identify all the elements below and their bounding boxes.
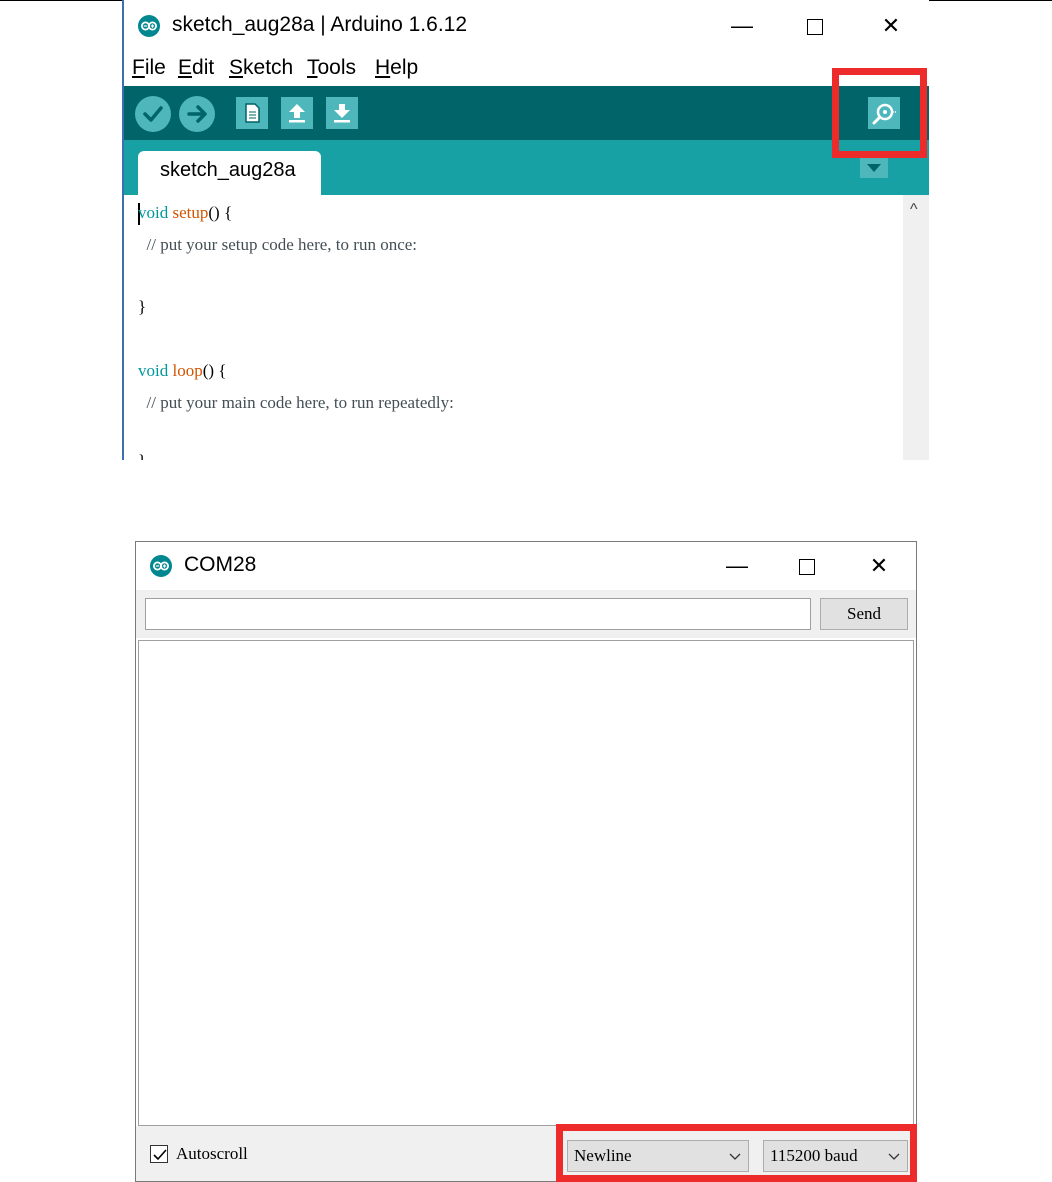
sketch-tab-bar: sketch_aug28a [124,140,929,195]
arduino-logo-icon [150,555,172,577]
maximize-icon [799,559,815,576]
serial-output-area[interactable] [138,640,914,1126]
menu-file-label: ile [144,56,166,79]
menu-file-mnemonic: F [132,56,145,79]
window-title: sketch_aug28a | Arduino 1.6.12 [172,13,468,36]
tab-sketch-label: sketch_aug28a [160,159,296,181]
code-function: loop [172,361,203,380]
minimize-button[interactable]: — [719,8,765,44]
autoscroll-label: Autoscroll [176,1144,248,1163]
menu-tools-mnemonic: T [307,56,318,79]
code-line: void setup() { [138,203,232,223]
ide-titlebar: sketch_aug28a | Arduino 1.6.12 — ✕ [124,0,929,52]
open-sketch-button[interactable] [281,97,313,129]
code-line: } [138,297,147,316]
new-sketch-button[interactable] [236,97,268,129]
code-keyword: void [138,361,169,380]
editor-scrollbar[interactable]: ^ [903,195,929,460]
code-keyword: void [138,203,169,222]
toolbar [124,86,929,140]
save-down-arrow-icon [334,104,350,123]
code-function: setup [172,203,209,222]
menu-help-label: elp [390,56,419,79]
serial-monitor-window: COM28 — ✕ Send Autoscroll Newline 115200… [135,541,917,1182]
minimize-button[interactable]: — [714,548,760,584]
serial-input-row: Send [136,590,916,638]
autoscroll-checkbox[interactable] [150,1145,168,1163]
arduino-ide-window: sketch_aug28a | Arduino 1.6.12 — ✕ File … [122,0,929,460]
tab-menu-button[interactable] [860,158,888,178]
maximize-button[interactable] [792,8,838,44]
code-editor[interactable]: void setup() { // put your setup code he… [124,195,903,460]
new-file-icon [245,103,260,123]
upload-button[interactable] [179,96,215,132]
serial-titlebar: COM28 — ✕ [136,542,916,590]
verify-button[interactable] [135,96,171,132]
serial-send-input[interactable] [145,598,811,630]
tab-sketch[interactable]: sketch_aug28a [138,151,321,195]
code-text: () { [202,361,227,380]
code-text: () { [208,203,233,222]
serial-window-title: COM28 [184,553,257,576]
code-comment: // put your setup code here, to run once… [138,235,418,254]
close-button[interactable]: ✕ [856,548,902,584]
menu-edit-label: dit [192,56,215,79]
code-comment: // put your main code here, to run repea… [138,393,454,412]
menu-tools-label: ools [317,56,357,79]
arduino-logo-icon [138,15,160,37]
checkmark-icon [153,1149,167,1161]
menu-sketch[interactable]: Sketch [229,56,293,80]
serial-monitor-highlight [832,68,927,158]
menu-sketch-mnemonic: S [229,56,244,79]
code-line: } [138,451,146,460]
menu-edit[interactable]: Edit [178,56,214,80]
menu-tools[interactable]: Tools [307,56,356,80]
menu-help[interactable]: Help [375,56,418,80]
scroll-up-arrow-icon[interactable]: ^ [910,201,918,219]
save-sketch-button[interactable] [326,97,358,129]
menu-edit-mnemonic: E [178,56,193,79]
code-line: void loop() { [138,361,226,381]
serial-settings-highlight [556,1124,917,1182]
maximize-icon [807,19,823,36]
menu-bar: File Edit Sketch Tools Help [124,52,929,84]
send-button[interactable]: Send [820,598,908,630]
open-up-arrow-icon [289,104,305,123]
close-button[interactable]: ✕ [868,8,914,44]
menu-help-mnemonic: H [375,56,391,79]
upload-arrow-icon [187,105,207,123]
triangle-down-icon [867,164,881,172]
verify-icon [143,106,163,122]
maximize-button[interactable] [784,548,830,584]
menu-file[interactable]: File [132,56,166,80]
menu-sketch-label: ketch [243,56,294,79]
